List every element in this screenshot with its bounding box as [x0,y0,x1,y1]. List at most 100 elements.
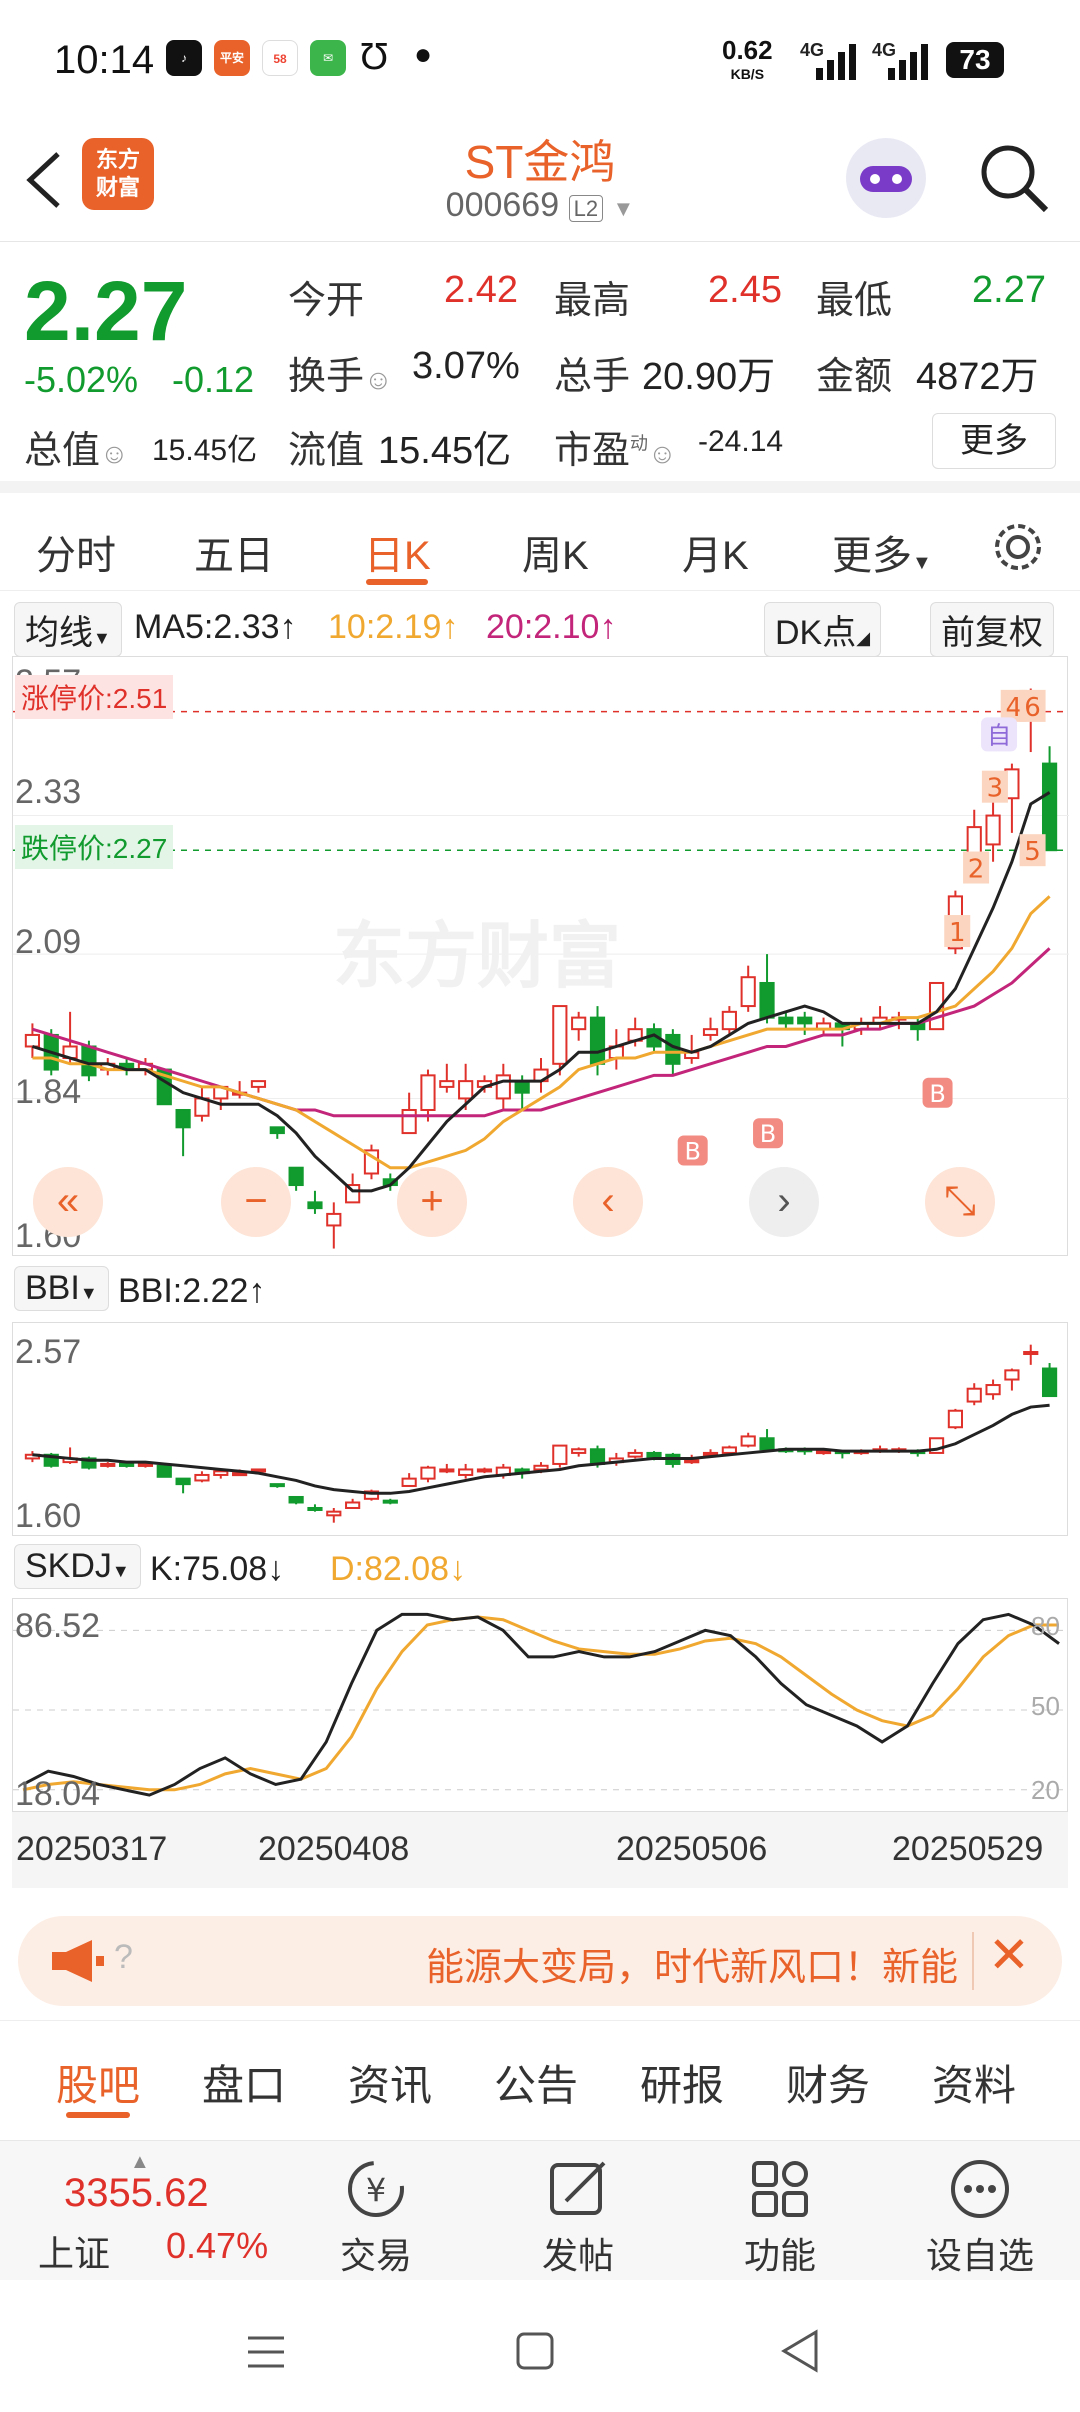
tab-news[interactable]: 资讯 [348,2052,432,2113]
stock-code: 000669 [445,186,560,224]
info-icon[interactable]: ☺ [364,364,393,395]
zoom-out-button[interactable]: − [221,1167,291,1237]
bbi-candle-body [740,1435,756,1447]
date-axis: 20250317 20250408 20250506 20250529 [12,1812,1068,1888]
dk-point-button[interactable]: DK点◢ [764,602,882,657]
bbi-candle-body [156,1464,172,1478]
tab-guba[interactable]: 股吧 [56,2052,140,2113]
tab-monthly-k[interactable]: 月K [682,523,749,581]
battery-icon: 73 [946,42,1004,78]
index-value[interactable]: 3355.62 [64,2171,209,2216]
search-icon[interactable] [976,140,1052,216]
candle-body [24,1033,41,1048]
ma5-value: MA5:2.33↑ [134,608,297,646]
bbi-candle-body [627,1451,643,1458]
tab-five-day[interactable]: 五日 [194,523,274,581]
rewind-button[interactable]: « [33,1167,103,1237]
turnover-label: 换手 [288,356,365,398]
bbi-candle-body [269,1483,285,1488]
net-speed-unit: KB/S [730,66,765,82]
close-icon[interactable]: ✕ [988,1926,1030,1984]
bbi-value: BBI:2.22↑ [118,1272,266,1310]
ma-type-select[interactable]: 均线▼ [14,602,122,657]
tab-profile[interactable]: 资料 [932,2052,1016,2113]
news-help: ? [114,1938,133,1976]
bbi-chart[interactable]: 2.57 1.60 [12,1322,1068,1536]
bbi-candle-body [307,1506,323,1511]
info-icon[interactable]: ☺ [100,438,129,469]
tab-finance[interactable]: 财务 [786,2052,870,2113]
bbi-candle-body [1004,1369,1020,1381]
chevron-down-icon: ▼ [612,196,635,221]
functions-icon[interactable] [748,2157,812,2221]
megaphone-icon [52,1940,104,1982]
skdj-type-select[interactable]: SKDJ▼ [14,1544,141,1589]
adjust-rights-button[interactable]: 前复权 [930,602,1054,657]
date-label-2: 20250408 [258,1830,410,1868]
open-value: 2.42 [444,269,518,311]
back-icon[interactable] [780,2328,820,2374]
menu-icon[interactable] [244,2332,288,2372]
post-icon[interactable] [546,2157,610,2221]
bbi-candle-body [533,1464,549,1471]
kline-chart[interactable]: BBB123456自 东方财富 2.57 2.33 2.09 1.84 1.60… [12,656,1069,1256]
bbi-candle-body [552,1444,568,1465]
more-button[interactable]: 更多 [932,413,1056,469]
robot-assistant-icon[interactable] [846,138,926,218]
skdj-indicator-bar: SKDJ▼ K:75.08↓ D:82.08↓ [0,1542,1080,1592]
tab-daily-k[interactable]: 日K [364,523,431,581]
more-options-icon[interactable] [948,2157,1012,2221]
triangle-down-icon: ▼ [111,1561,130,1581]
stock-header: 东方 财富 ST金鸿 000669 L2 ▼ [0,120,1080,242]
bbi-candle-body [458,1468,474,1476]
bbi-candle-body [1023,1351,1039,1356]
step-marker-label: 2 [968,855,985,885]
tab-more[interactable]: 更多▼ [832,523,932,581]
news-banner[interactable]: ? 能源大变局，时代新风口！新能 ✕ [18,1916,1062,2006]
u-app-icon: Ʊ [360,36,389,78]
home-icon[interactable] [514,2330,556,2372]
bbi-candle-body [401,1477,417,1487]
skdj-chart[interactable]: 86.52 18.04 80 50 20 [12,1598,1069,1813]
candle-body [721,1010,737,1031]
candle-body [288,1166,304,1187]
prev-button[interactable]: ‹ [573,1167,643,1237]
bbi-candle-body [137,1462,154,1467]
signal-icon-2 [888,44,928,80]
candle-body [326,1212,342,1227]
skdj-r-80: 80 [1031,1611,1060,1641]
tab-research[interactable]: 研报 [640,2052,724,2113]
amount-value: 4872万 [916,356,1039,398]
bbi-indicator-bar: BBI▼ BBI:2.22↑ [0,1264,1080,1314]
limit-down-label: 跌停价:2.27 [15,825,174,869]
bbi-candle-body [439,1468,455,1473]
more-dot-icon: ● [414,38,433,71]
trade-icon[interactable]: ¥ [344,2157,408,2221]
fullscreen-icon[interactable]: ⤡ [925,1167,995,1237]
tab-intraday[interactable]: 分时 [36,523,116,581]
tab-pankou[interactable]: 盘口 [202,2052,286,2113]
bbi-candle-body [684,1459,700,1464]
tab-weekly-k[interactable]: 周K [522,523,589,581]
bbi-candle-body [702,1451,719,1456]
gear-icon[interactable] [990,519,1046,575]
pe-sup: 动 [630,433,649,454]
status-time: 10:14 [54,38,155,82]
tiktok-icon: ♪ [166,40,202,76]
mktcap-value: 15.45亿 [152,434,258,467]
bbi-candle-body [232,1472,248,1477]
buy-marker-label: B [929,1080,945,1108]
bbi-type-select[interactable]: BBI▼ [14,1266,109,1311]
bbi-candle-body [250,1468,267,1473]
candle-body [307,1201,323,1210]
bbi-candle-body [119,1462,135,1467]
next-button[interactable]: › [749,1167,819,1237]
battery-level: 73 [959,44,991,75]
candle-body [985,814,1001,846]
news-text: 能源大变局，时代新风口！新能 [426,1947,959,1989]
candle-body [797,1016,813,1025]
tab-announcement[interactable]: 公告 [494,2052,578,2113]
info-icon[interactable]: ☺ [648,438,677,469]
change-amount: -0.12 [172,359,255,400]
zoom-in-button[interactable]: + [397,1167,467,1237]
